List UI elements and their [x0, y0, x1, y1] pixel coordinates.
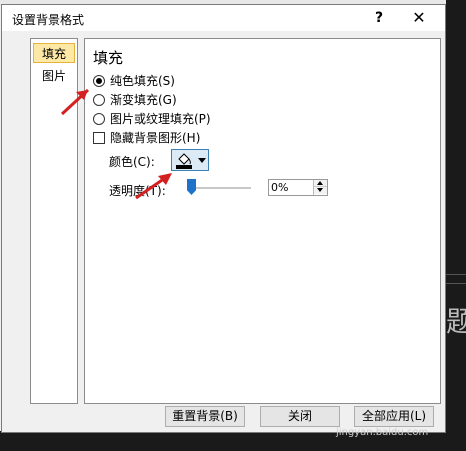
dialog-title: 设置背景格式: [12, 13, 85, 27]
apply-all-button[interactable]: 全部应用(L): [354, 406, 434, 427]
hide-graphics-option[interactable]: 隐藏背景图形(H): [93, 129, 200, 146]
category-nav: 填充 图片: [30, 38, 78, 404]
gradient-fill-label: 渐变填充(G): [110, 93, 177, 107]
hide-graphics-label: 隐藏背景图形(H): [110, 131, 201, 145]
color-label: 颜色(C):: [109, 155, 155, 169]
title-bar: 设置背景格式 ? ✕: [2, 5, 445, 31]
picture-fill-radio[interactable]: [93, 112, 105, 125]
fill-settings-pane: 填充 纯色填充(S) 渐变填充(G) 图片或纹理填充(P) 隐藏背景图形(H) …: [84, 38, 441, 404]
picture-fill-label: 图片或纹理填充(P): [110, 112, 211, 126]
section-title: 填充: [93, 49, 124, 67]
nav-item-picture[interactable]: 图片: [33, 66, 75, 86]
transparency-input[interactable]: [269, 180, 313, 195]
close-button[interactable]: 关闭: [260, 406, 340, 427]
close-icon[interactable]: ✕: [406, 8, 432, 28]
hide-graphics-checkbox[interactable]: [93, 131, 105, 144]
color-picker-button[interactable]: [171, 149, 209, 171]
transparency-slider-thumb[interactable]: [187, 179, 196, 195]
solid-fill-radio[interactable]: [93, 74, 105, 87]
background-divider: [446, 274, 466, 275]
format-background-dialog: 设置背景格式 ? ✕ 填充 图片 填充 纯色填充(S) 渐变填充(G) 图片或纹…: [1, 4, 446, 433]
spin-up-icon[interactable]: [314, 180, 327, 187]
transparency-spinner: [268, 179, 328, 196]
solid-fill-label: 纯色填充(S): [110, 74, 175, 88]
spin-down-icon[interactable]: [314, 187, 327, 194]
help-button[interactable]: ?: [366, 8, 392, 28]
gradient-fill-option[interactable]: 渐变填充(G): [93, 91, 177, 108]
color-swatch: [176, 165, 192, 169]
reset-background-button[interactable]: 重置背景(B): [165, 406, 245, 427]
background-title-text: 题: [446, 305, 466, 338]
chevron-down-icon[interactable]: [198, 158, 206, 163]
spinner-buttons: [313, 180, 327, 195]
solid-fill-option[interactable]: 纯色填充(S): [93, 72, 175, 89]
picture-fill-option[interactable]: 图片或纹理填充(P): [93, 110, 211, 127]
background-slide-area: 题: [446, 0, 466, 451]
background-divider: [446, 283, 466, 284]
nav-item-fill[interactable]: 填充: [33, 43, 75, 63]
transparency-label: 透明度(T):: [109, 184, 166, 198]
gradient-fill-radio[interactable]: [93, 93, 105, 106]
watermark: jingyan.baidu.com: [336, 427, 429, 438]
transparency-slider-track[interactable]: [189, 187, 251, 189]
